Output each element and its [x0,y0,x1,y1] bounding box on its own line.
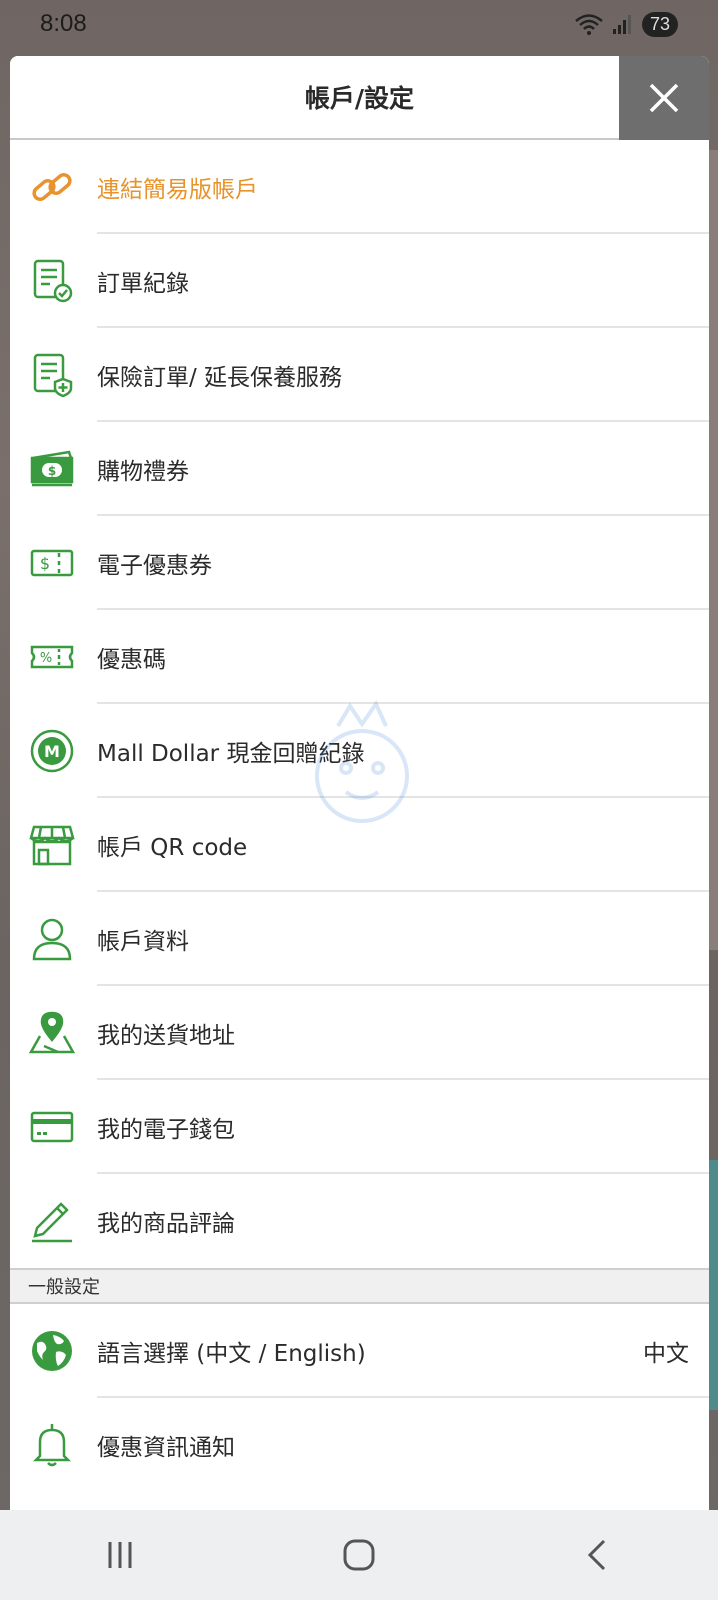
menu-item-label: Mall Dollar 現金回贈紀錄 [97,741,365,767]
menu-item-product-reviews[interactable]: 我的商品評論 [10,1174,709,1268]
order-record-icon [28,257,76,305]
pencil-icon [28,1197,76,1245]
e-coupon-icon: $ [28,539,76,587]
menu-item-label: 購物禮券 [97,459,189,485]
signal-icon [612,13,634,35]
menu-item-label: 優惠碼 [97,647,166,673]
menu-item-language[interactable]: 語言選擇 (中文 / English) 中文 [10,1304,709,1398]
recent-apps-button[interactable] [80,1525,160,1585]
status-time: 8:08 [40,10,87,37]
promo-code-icon: % [28,633,76,681]
bell-icon [28,1421,76,1469]
menu-item-label: 我的電子錢包 [97,1117,235,1143]
menu-item-label: 我的送貨地址 [97,1023,235,1049]
menu-item-label: 電子優惠券 [97,553,212,579]
gift-voucher-icon: $ [28,445,76,493]
menu-item-order-record[interactable]: 訂單紀錄 [10,234,709,328]
page-title: 帳戶/設定 [304,84,415,113]
store-icon [28,821,76,869]
menu-item-gift-voucher[interactable]: $ 購物禮券 [10,422,709,516]
section-header-general-settings: 一般設定 [10,1268,709,1304]
menu-item-account-qr[interactable]: 帳戶 QR code [10,798,709,892]
menu-item-label: 訂單紀錄 [97,271,189,297]
menu-item-label: 保險訂單/ 延長保養服務 [97,365,343,391]
close-button[interactable] [619,56,709,140]
user-icon [28,915,76,963]
menu-item-promo-notifications[interactable]: 優惠資訊通知 [10,1398,709,1492]
status-bar: 8:08 73 [0,0,718,48]
back-icon [588,1539,606,1571]
menu-item-label: 連結簡易版帳戶 [97,177,258,203]
globe-icon [28,1327,76,1375]
wifi-icon [574,12,604,36]
status-icons: 73 [574,11,678,37]
menu-item-account-info[interactable]: 帳戶資料 [10,892,709,986]
menu-item-delivery-address[interactable]: 我的送貨地址 [10,986,709,1080]
mall-dollar-icon: M [28,727,76,775]
svg-text:$: $ [40,554,50,573]
link-icon [28,163,76,211]
menu-item-label: 我的商品評論 [97,1211,235,1237]
panel-header: 帳戶/設定 [10,56,709,140]
back-button[interactable] [558,1525,638,1585]
menu-item-link-account[interactable]: 連結簡易版帳戶 [10,140,709,234]
battery-level: 73 [641,11,678,37]
language-current-value: 中文 [643,1341,689,1367]
home-icon [343,1539,375,1571]
general-settings-menu: 語言選擇 (中文 / English) 中文 優惠資訊通知 [10,1304,709,1492]
close-icon [649,83,679,113]
menu-item-mall-dollar[interactable]: M Mall Dollar 現金回贈紀錄 [10,704,709,798]
insurance-order-icon [28,351,76,399]
menu-item-promo-code[interactable]: % 優惠碼 [10,610,709,704]
map-pin-icon [28,1009,76,1057]
menu-item-label: 帳戶資料 [97,929,189,955]
menu-item-label: 優惠資訊通知 [97,1435,235,1461]
account-menu: 連結簡易版帳戶 訂單紀錄 保險訂單/ 延長保養服務 $ 購物禮券 $ 電子優惠券… [10,140,709,1268]
svg-text:%: % [40,651,52,666]
system-nav-bar [0,1510,718,1600]
svg-text:$: $ [48,464,56,478]
menu-item-label: 語言選擇 (中文 / English) [97,1341,366,1367]
recent-apps-icon [108,1542,132,1568]
credit-card-icon [28,1103,76,1151]
menu-item-e-wallet[interactable]: 我的電子錢包 [10,1080,709,1174]
svg-text:M: M [44,742,60,761]
menu-item-insurance-order[interactable]: 保險訂單/ 延長保養服務 [10,328,709,422]
menu-item-label: 帳戶 QR code [97,835,248,861]
menu-item-e-coupon[interactable]: $ 電子優惠券 [10,516,709,610]
account-settings-panel: 帳戶/設定 連結簡易版帳戶 訂單紀錄 保險訂單/ 延長保養服務 $ 購物禮券 $… [10,56,709,1510]
home-button[interactable] [319,1525,399,1585]
